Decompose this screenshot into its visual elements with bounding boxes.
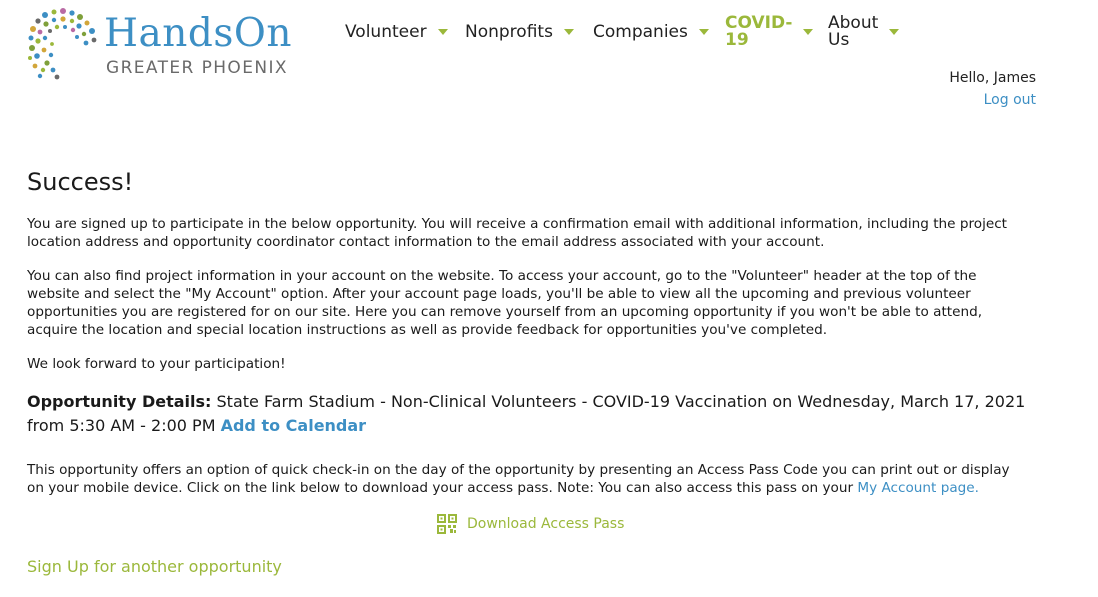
caret-down-icon [698, 29, 709, 35]
logo-subtitle: GREATER PHOENIX [106, 58, 288, 78]
download-access-pass-button[interactable]: Download Access Pass [437, 514, 624, 534]
caret-down-icon [803, 29, 814, 35]
user-greeting: Hello, James [949, 70, 1036, 86]
caret-down-icon [563, 29, 574, 35]
nav-nonprofits[interactable]: Nonprofits [465, 22, 574, 42]
logo-title: HandsOn [104, 11, 292, 56]
sign-up-another-link[interactable]: Sign Up for another opportunity [27, 557, 282, 576]
nav-about-us[interactable]: About Us [828, 13, 900, 50]
details-label: Opportunity Details: [27, 392, 212, 411]
nav-covid-label: COVID- 19 [725, 13, 793, 50]
caret-down-icon [437, 29, 448, 35]
nav-nonprofits-label: Nonprofits [465, 22, 553, 42]
qr-code-icon [437, 514, 457, 534]
nav-about-label: About Us [828, 13, 879, 50]
nav-companies[interactable]: Companies [593, 22, 709, 42]
add-to-calendar-link[interactable]: Add to Calendar [221, 416, 366, 435]
logo[interactable]: HandsOn GREATER PHOENIX [26, 8, 316, 84]
access-pass-paragraph: This opportunity offers an option of qui… [27, 461, 1027, 497]
logout-link[interactable]: Log out [984, 92, 1036, 108]
logo-dots-icon [28, 8, 97, 80]
my-account-link[interactable]: My Account page. [857, 480, 979, 496]
nav-companies-label: Companies [593, 22, 688, 42]
nav-volunteer-label: Volunteer [345, 22, 427, 42]
page-title: Success! [27, 168, 134, 196]
intro-paragraph: You are signed up to participate in the … [27, 216, 1008, 250]
account-info-paragraph: You can also find project information in… [27, 268, 983, 338]
opportunity-details: Opportunity Details: State Farm Stadium … [27, 390, 1057, 438]
download-access-pass-label: Download Access Pass [467, 516, 625, 532]
nav-volunteer[interactable]: Volunteer [345, 22, 448, 42]
closing-paragraph: We look forward to your participation! [27, 356, 286, 372]
nav-covid-19[interactable]: COVID- 19 [725, 13, 814, 50]
caret-down-icon [889, 29, 900, 35]
